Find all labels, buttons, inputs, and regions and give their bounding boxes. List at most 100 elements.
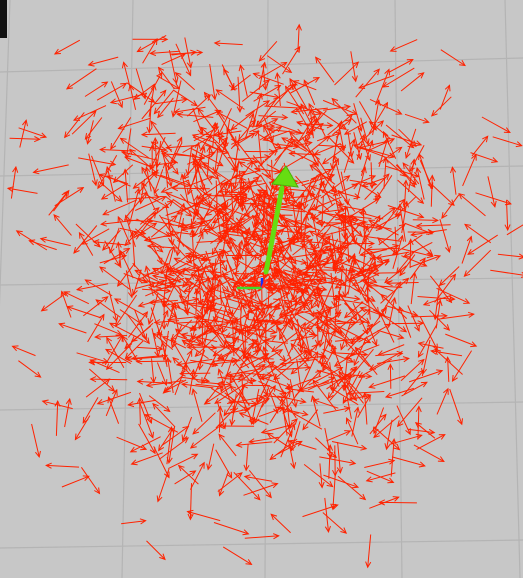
particle-arrow xyxy=(389,39,418,52)
particle-arrow xyxy=(156,362,168,387)
particle-arrow xyxy=(95,299,121,318)
particle-arrow xyxy=(401,381,428,397)
particle-arrow xyxy=(209,64,218,101)
particle-arrow xyxy=(32,164,69,175)
3d-viewport[interactable] xyxy=(0,0,523,578)
particle-arrow xyxy=(137,345,164,352)
particle-arrow xyxy=(497,253,523,260)
particle-arrow xyxy=(387,363,394,389)
particle-arrow xyxy=(337,475,367,501)
particle-arrow xyxy=(174,470,197,485)
particle-arrow xyxy=(206,145,213,178)
particle-arrow xyxy=(127,311,149,338)
particle-arrow xyxy=(175,43,192,77)
particle-arrow xyxy=(373,415,400,439)
particle-arrow xyxy=(490,269,523,278)
particle-arrow xyxy=(39,236,71,247)
particle-arrow xyxy=(53,189,70,212)
particle-arrow xyxy=(410,271,418,305)
particle-arrow xyxy=(102,229,121,251)
particle-arrow xyxy=(99,266,131,290)
particle-arrow xyxy=(158,437,190,460)
particle-arrow xyxy=(53,39,81,55)
particle-arrow xyxy=(132,269,142,296)
particle-arrow xyxy=(99,146,131,153)
particle-arrow xyxy=(138,423,156,455)
particle-arrow xyxy=(318,143,346,150)
particle-arrow xyxy=(403,369,425,395)
particle-arrow xyxy=(419,159,434,190)
particle-arrow xyxy=(136,34,167,53)
particle-arrow xyxy=(378,499,417,506)
grid-line xyxy=(0,539,523,549)
particle-arrow xyxy=(64,397,72,428)
particle-arrow xyxy=(40,291,68,312)
particle-arrow xyxy=(215,89,245,110)
particle-arrow xyxy=(110,117,132,150)
particle-arrow xyxy=(84,81,109,97)
particle-arrow xyxy=(63,291,90,305)
particle-arrow xyxy=(409,257,426,280)
particle-arrow xyxy=(107,396,120,424)
particle-arrow xyxy=(471,135,489,157)
particle-arrow xyxy=(258,134,282,149)
particle-arrow xyxy=(161,53,187,66)
particle-arrow xyxy=(416,434,446,450)
particle-arrow xyxy=(326,430,352,442)
particle-arrow xyxy=(171,324,183,349)
particle-arrow xyxy=(339,263,346,290)
particle-arrow xyxy=(244,533,280,540)
grid-line xyxy=(504,0,521,578)
particle-arrow xyxy=(347,323,374,351)
particle-arrow xyxy=(391,456,426,468)
particle-arrow xyxy=(331,97,357,124)
particle-arrow xyxy=(412,217,439,224)
particle-arrow xyxy=(74,415,91,441)
particle-arrow xyxy=(445,333,478,348)
particle-arrow xyxy=(303,464,334,488)
particle-arrow xyxy=(349,375,364,402)
particle-arrow xyxy=(449,388,463,426)
particle-arrow xyxy=(248,469,272,499)
particle-arrow xyxy=(157,97,174,119)
particle-arrow xyxy=(364,458,396,468)
particle-arrow xyxy=(404,128,417,160)
particle-arrow xyxy=(439,218,451,253)
scene-canvas[interactable] xyxy=(0,0,523,578)
particle-arrow xyxy=(270,513,291,534)
particle-arrow xyxy=(130,452,163,466)
particle-arrow xyxy=(301,137,319,167)
particle-arrow xyxy=(252,72,284,85)
particle-arrow xyxy=(365,534,372,569)
particle-arrow xyxy=(11,345,36,357)
particle-arrow xyxy=(80,467,101,495)
particle-arrow xyxy=(58,322,87,334)
particle-arrow xyxy=(222,546,253,566)
particle-arrow xyxy=(249,91,281,100)
particle-arrow xyxy=(302,503,339,518)
particle-arrow xyxy=(440,49,466,67)
particle-arrow xyxy=(106,336,125,368)
particle-arrow xyxy=(92,239,128,246)
particle-arrow xyxy=(18,360,42,378)
particle-arrow xyxy=(213,40,243,47)
particle-arrow xyxy=(436,287,471,304)
particle-arrow xyxy=(462,153,477,187)
particle-arrow xyxy=(206,443,215,471)
particle-arrow xyxy=(85,120,94,145)
particle-arrow xyxy=(223,68,236,91)
particle-arrow xyxy=(148,395,171,413)
particle-arrow xyxy=(429,174,436,207)
particle-arrow xyxy=(404,113,430,124)
particle-arrow xyxy=(296,358,304,392)
particle-arrow xyxy=(136,397,143,425)
particle-arrow xyxy=(385,124,415,149)
particle-arrow xyxy=(282,45,301,75)
particle-arrow xyxy=(322,99,358,116)
particle-arrow xyxy=(327,136,355,164)
particle-arrow xyxy=(85,378,111,398)
particle-arrow xyxy=(244,148,276,155)
particle-arrow xyxy=(464,223,492,244)
particle-arrow xyxy=(439,84,451,110)
particle-arrow xyxy=(97,155,118,190)
